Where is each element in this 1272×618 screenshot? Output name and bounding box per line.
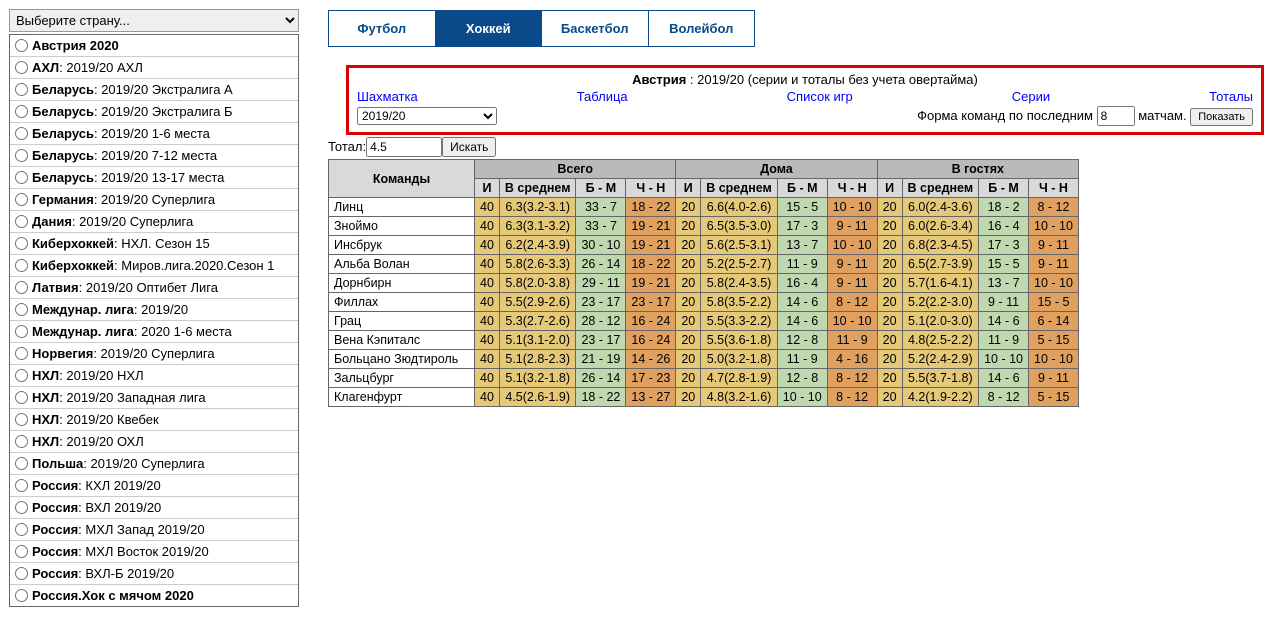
tab-hockey[interactable]: Хоккей bbox=[435, 11, 542, 46]
sidebar-radio[interactable] bbox=[15, 501, 28, 514]
col-group: В гостях bbox=[877, 160, 1078, 179]
form-text: Форма команд по последним матчам. Показа… bbox=[917, 106, 1253, 126]
sidebar-item[interactable]: Россия : МХЛ Восток 2019/20 bbox=[10, 540, 298, 562]
sidebar-item[interactable]: НХЛ : 2019/20 Квебек bbox=[10, 408, 298, 430]
table-row: Альба Волан405.8(2.6-3.3)26 - 1418 - 222… bbox=[329, 255, 1079, 274]
col-group: Всего bbox=[475, 160, 676, 179]
col-teams: Команды bbox=[329, 160, 475, 198]
sidebar-radio[interactable] bbox=[15, 413, 28, 426]
table-row: Клагенфурт404.5(2.6-1.9)18 - 2213 - 2720… bbox=[329, 388, 1079, 407]
sidebar-item[interactable]: Россия : МХЛ Запад 2019/20 bbox=[10, 518, 298, 540]
sidebar-item[interactable]: Киберхоккей : НХЛ. Сезон 15 bbox=[10, 232, 298, 254]
sidebar-item[interactable]: Дания : 2019/20 Суперлига bbox=[10, 210, 298, 232]
table-row: Вена Кэпиталс405.1(3.1-2.0)23 - 1716 - 2… bbox=[329, 331, 1079, 350]
col-group: Дома bbox=[676, 160, 877, 179]
sidebar-radio[interactable] bbox=[15, 215, 28, 228]
sidebar-item[interactable]: Россия : КХЛ 2019/20 bbox=[10, 474, 298, 496]
sidebar-radio[interactable] bbox=[15, 457, 28, 470]
sidebar-item[interactable]: Австрия 2020 bbox=[10, 35, 298, 56]
total-label: Тотал: bbox=[328, 139, 366, 154]
table-row: Больцано Зюдтироль405.1(2.8-2.3)21 - 191… bbox=[329, 350, 1079, 369]
sidebar-item[interactable]: Россия : ВХЛ-Б 2019/20 bbox=[10, 562, 298, 584]
country-select[interactable]: Выберите страну... bbox=[9, 9, 299, 32]
show-button[interactable]: Показать bbox=[1190, 108, 1253, 126]
sidebar-radio[interactable] bbox=[15, 303, 28, 316]
season-select[interactable]: 2019/20 bbox=[357, 107, 497, 125]
sidebar-radio[interactable] bbox=[15, 523, 28, 536]
table-row: Грац405.3(2.7-2.6)28 - 1216 - 24205.5(3.… bbox=[329, 312, 1079, 331]
sidebar-radio[interactable] bbox=[15, 545, 28, 558]
link-list[interactable]: Список игр bbox=[787, 89, 853, 104]
link-totals[interactable]: Тоталы bbox=[1209, 89, 1253, 104]
sidebar-item[interactable]: Беларусь : 2019/20 7-12 места bbox=[10, 144, 298, 166]
sidebar-radio[interactable] bbox=[15, 237, 28, 250]
table-row: Инсбрук406.2(2.4-3.9)30 - 1019 - 21205.6… bbox=[329, 236, 1079, 255]
sidebar-item[interactable]: Беларусь : 2019/20 13-17 места bbox=[10, 166, 298, 188]
sidebar-item[interactable]: Беларусь : 2019/20 1-6 места bbox=[10, 122, 298, 144]
sidebar-radio[interactable] bbox=[15, 105, 28, 118]
sidebar-item[interactable]: Россия : ВХЛ 2019/20 bbox=[10, 496, 298, 518]
sidebar-item[interactable]: Беларусь : 2019/20 Экстралига Б bbox=[10, 100, 298, 122]
sidebar-radio[interactable] bbox=[15, 281, 28, 294]
search-button[interactable]: Искать bbox=[442, 137, 496, 157]
sidebar-item[interactable]: Латвия : 2019/20 Оптибет Лига bbox=[10, 276, 298, 298]
table-row: Линц406.3(3.2-3.1)33 - 718 - 22206.6(4.0… bbox=[329, 198, 1079, 217]
sidebar-radio[interactable] bbox=[15, 171, 28, 184]
sidebar-item[interactable]: Норвегия : 2019/20 Суперлига bbox=[10, 342, 298, 364]
sidebar-item[interactable]: Междунар. лига : 2019/20 bbox=[10, 298, 298, 320]
sidebar-radio[interactable] bbox=[15, 61, 28, 74]
sidebar-item[interactable]: Киберхоккей : Миров.лига.2020.Сезон 1 bbox=[10, 254, 298, 276]
link-shakhmatka[interactable]: Шахматка bbox=[357, 89, 418, 104]
sidebar-radio[interactable] bbox=[15, 435, 28, 448]
sidebar-item[interactable]: Германия : 2019/20 Суперлига bbox=[10, 188, 298, 210]
sidebar-radio[interactable] bbox=[15, 39, 28, 52]
table-row: Филлах405.5(2.9-2.6)23 - 1723 - 17205.8(… bbox=[329, 293, 1079, 312]
view-links: Шахматка Таблица Список игр Серии Тоталы bbox=[357, 89, 1253, 104]
sidebar-radio[interactable] bbox=[15, 127, 28, 140]
sidebar-radio[interactable] bbox=[15, 193, 28, 206]
sidebar-radio[interactable] bbox=[15, 259, 28, 272]
last-matches-input[interactable] bbox=[1097, 106, 1135, 126]
sidebar-radio[interactable] bbox=[15, 589, 28, 602]
sidebar-item[interactable]: Междунар. лига : 2020 1-6 места bbox=[10, 320, 298, 342]
link-series[interactable]: Серии bbox=[1012, 89, 1050, 104]
sidebar-item[interactable]: Беларусь : 2019/20 Экстралига А bbox=[10, 78, 298, 100]
sidebar-item[interactable]: АХЛ : 2019/20 АХЛ bbox=[10, 56, 298, 78]
sidebar-radio[interactable] bbox=[15, 347, 28, 360]
sidebar-item[interactable]: Польша : 2019/20 Суперлига bbox=[10, 452, 298, 474]
sidebar-radio[interactable] bbox=[15, 83, 28, 96]
sidebar-radio[interactable] bbox=[15, 391, 28, 404]
table-row: Зальцбург405.1(3.2-1.8)26 - 1417 - 23204… bbox=[329, 369, 1079, 388]
sidebar-radio[interactable] bbox=[15, 567, 28, 580]
sidebar-radio[interactable] bbox=[15, 369, 28, 382]
sidebar-radio[interactable] bbox=[15, 149, 28, 162]
sidebar-radio[interactable] bbox=[15, 325, 28, 338]
sidebar-item[interactable]: НХЛ : 2019/20 Западная лига bbox=[10, 386, 298, 408]
sidebar-item[interactable]: Россия.Хок с мячом 2020 bbox=[10, 584, 298, 606]
table-row: Дорнбирн405.8(2.0-3.8)29 - 1119 - 21205.… bbox=[329, 274, 1079, 293]
sidebar-radio[interactable] bbox=[15, 479, 28, 492]
sidebar-item[interactable]: НХЛ : 2019/20 ОХЛ bbox=[10, 430, 298, 452]
tab-basketball[interactable]: Баскетбол bbox=[541, 11, 648, 46]
tab-volleyball[interactable]: Волейбол bbox=[648, 11, 755, 46]
link-table[interactable]: Таблица bbox=[577, 89, 628, 104]
table-row: Зноймо406.3(3.1-3.2)33 - 719 - 21206.5(3… bbox=[329, 217, 1079, 236]
sidebar-item[interactable]: НХЛ : 2019/20 НХЛ bbox=[10, 364, 298, 386]
title-line: Австрия : 2019/20 (серии и тоталы без уч… bbox=[357, 72, 1253, 87]
tab-football[interactable]: Футбол bbox=[329, 11, 435, 46]
total-input[interactable] bbox=[366, 137, 442, 157]
